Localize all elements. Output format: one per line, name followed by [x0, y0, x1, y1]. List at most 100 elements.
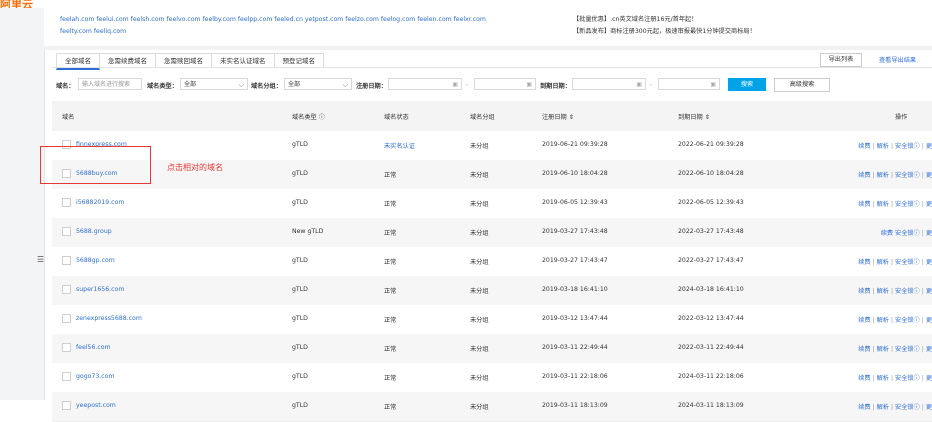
security-lock-link[interactable]: 安全锁ⓘ: [895, 346, 920, 353]
type-select[interactable]: 全部 ⌵: [180, 78, 248, 90]
more-link[interactable]: 更: [926, 288, 932, 295]
more-link[interactable]: 更: [926, 375, 932, 382]
reg-date-start-input[interactable]: ▣: [388, 78, 462, 90]
separator: |: [890, 404, 894, 411]
more-link[interactable]: 更: [926, 259, 932, 266]
exp-date: 2022-03-11 22:49:44: [678, 344, 744, 351]
separator: |: [921, 259, 924, 266]
renew-link[interactable]: 续费: [858, 259, 870, 266]
domain-link[interactable]: zenexpress5688.com: [76, 315, 142, 322]
resolve-link[interactable]: 解析: [877, 259, 889, 266]
exp-date-end-input[interactable]: ▣: [658, 78, 720, 90]
export-list-button[interactable]: 导出列表: [820, 53, 862, 67]
more-link[interactable]: 更: [926, 404, 932, 411]
renew-link[interactable]: 续费: [858, 201, 870, 208]
notice-item[interactable]: 【新品发布】商标注册300元起，极速审报最快1分钟提交商标局！: [573, 26, 756, 38]
separator: |: [890, 259, 894, 266]
resolve-link[interactable]: 解析: [877, 143, 889, 150]
domain-link[interactable]: feel56.com: [76, 344, 111, 351]
renew-link[interactable]: 续费: [858, 143, 870, 150]
resolve-link[interactable]: 解析: [877, 288, 889, 295]
row-actions: 续费 | 解析 | 安全锁ⓘ | 更: [858, 170, 932, 179]
renew-link[interactable]: 续费: [858, 404, 870, 411]
renew-link[interactable]: 续费: [858, 375, 870, 382]
renew-link[interactable]: 续费: [858, 317, 870, 324]
security-lock-link[interactable]: 安全锁ⓘ: [895, 375, 920, 382]
date-dash: -: [650, 81, 653, 88]
security-lock-link[interactable]: 安全锁ⓘ: [895, 288, 920, 295]
security-lock-link[interactable]: 安全锁ⓘ: [895, 404, 920, 411]
tab-redeem-needed[interactable]: 急需赎回域名: [155, 53, 212, 68]
suffix-line[interactable]: feelah.com feelui.com feelsh.com feelvo.…: [60, 14, 520, 26]
domain-type: gTLD: [292, 344, 308, 351]
notice-item[interactable]: 【批量优惠】.cn英文域名注册16元/首年起！: [573, 14, 756, 26]
domain-status: 正常: [384, 375, 397, 382]
security-lock-link[interactable]: 安全锁ⓘ: [895, 172, 920, 179]
calendar-icon: ▣: [710, 81, 716, 88]
calendar-icon: ▣: [452, 81, 458, 88]
group-select[interactable]: 全部 ⌵: [284, 78, 352, 90]
renew-link[interactable]: 续费: [858, 172, 870, 179]
domain-group: 未分组: [470, 201, 489, 208]
domain-link[interactable]: super1656.com: [76, 286, 124, 293]
separator: |: [872, 259, 875, 266]
suffix-line[interactable]: feelty.com feeliq.com: [60, 26, 520, 38]
row-checkbox[interactable]: [62, 314, 71, 323]
row-checkbox[interactable]: [62, 372, 71, 381]
more-link[interactable]: 更: [926, 172, 932, 179]
renew-link[interactable]: 续费: [858, 346, 870, 353]
search-button[interactable]: 搜索: [728, 78, 766, 91]
chevron-down-icon: ⌵: [342, 81, 348, 89]
row-checkbox[interactable]: [62, 285, 71, 294]
domain-status: 正常: [384, 172, 397, 179]
security-lock-link[interactable]: 安全锁ⓘ: [895, 259, 920, 266]
resolve-link[interactable]: 解析: [877, 375, 889, 382]
sidebar-toggle-icon[interactable]: ☰: [37, 256, 44, 264]
resolve-link[interactable]: 解析: [877, 172, 889, 179]
security-lock-link[interactable]: 安全锁ⓘ: [895, 317, 920, 324]
security-lock-link[interactable]: 安全锁ⓘ: [895, 201, 920, 208]
table-header: 域名 域名类型 ⓘ 域名状态 域名分组 注册日期 ⇕ 到期日期 ⇕ 操作: [52, 101, 932, 131]
security-lock-link[interactable]: 安全锁ⓘ: [895, 143, 920, 150]
row-checkbox[interactable]: [62, 401, 71, 410]
tab-unverified[interactable]: 未实名认证域名: [211, 53, 275, 68]
col-exp-date[interactable]: 到期日期 ⇕: [678, 112, 710, 121]
resolve-link[interactable]: 解析: [877, 201, 889, 208]
exp-date-start-input[interactable]: ▣: [572, 78, 646, 90]
resolve-link[interactable]: 解析: [877, 346, 889, 353]
col-type[interactable]: 域名类型 ⓘ: [292, 112, 325, 121]
domain-link[interactable]: 5688gp.com: [76, 257, 115, 264]
exp-date: 2022-03-27 17:43:47: [678, 257, 744, 264]
more-link[interactable]: 更: [926, 143, 932, 150]
row-checkbox[interactable]: [62, 343, 71, 352]
row-checkbox[interactable]: [62, 227, 71, 236]
resolve-link[interactable]: 解析: [877, 404, 889, 411]
security-lock-link[interactable]: 安全锁ⓘ: [895, 230, 920, 237]
row-checkbox[interactable]: [62, 256, 71, 265]
domain-search-input[interactable]: 输入域名进行搜索: [78, 78, 142, 90]
col-reg-date[interactable]: 注册日期 ⇕: [542, 112, 574, 121]
view-export-link[interactable]: 查看导出结果: [879, 55, 916, 64]
more-link[interactable]: 更: [926, 230, 932, 237]
row-checkbox[interactable]: [62, 198, 71, 207]
renew-link[interactable]: 续费: [858, 288, 870, 295]
advanced-search-button[interactable]: 高级搜索: [774, 78, 830, 92]
renew-link[interactable]: 续费: [881, 230, 893, 237]
domain-link[interactable]: i56882019.com: [76, 199, 124, 206]
domain-link[interactable]: yeepost.com: [76, 402, 116, 409]
more-link[interactable]: 更: [926, 346, 932, 353]
domain-type: gTLD: [292, 257, 308, 264]
domain-link[interactable]: 5688.group: [76, 228, 112, 235]
domain-link[interactable]: gogo73.com: [76, 373, 114, 380]
tab-renew-needed[interactable]: 急需续费域名: [99, 53, 156, 68]
row-actions: 续费 | 解析 | 安全锁ⓘ | 更: [858, 402, 932, 411]
resolve-link[interactable]: 解析: [877, 317, 889, 324]
reg-date-end-input[interactable]: ▣: [474, 78, 536, 90]
more-link[interactable]: 更: [926, 201, 932, 208]
domain-tabs: 全部域名 急需续费域名 急需赎回域名 未实名认证域名 预登记域名: [56, 53, 324, 70]
table-row: 5688gp.com gTLD 正常 未分组 2019-03-27 17:43:…: [52, 247, 932, 277]
row-actions: 续费 | 解析 | 安全锁ⓘ | 更: [858, 344, 932, 353]
tab-preregistered[interactable]: 预登记域名: [273, 53, 324, 68]
domain-status: 正常: [384, 317, 397, 324]
more-link[interactable]: 更: [926, 317, 932, 324]
